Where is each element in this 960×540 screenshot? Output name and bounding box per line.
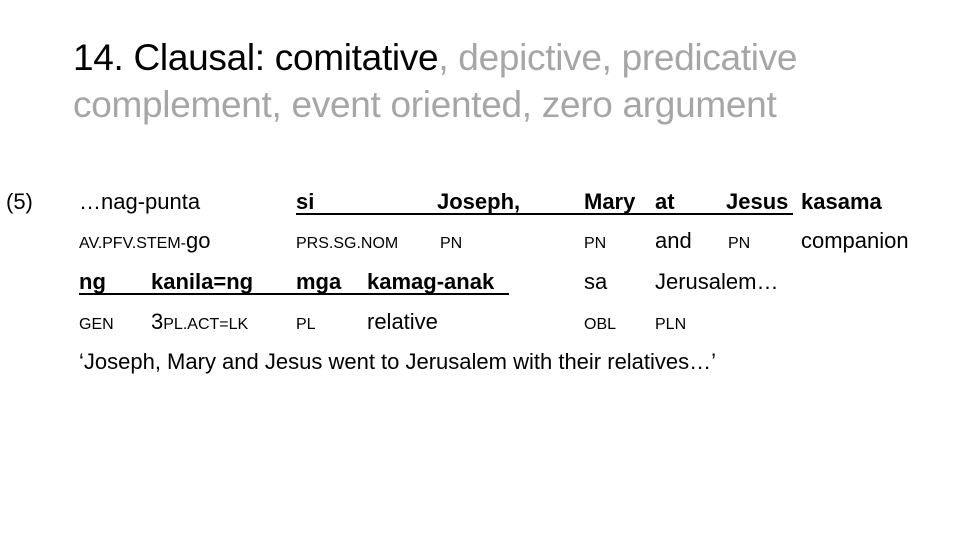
word-mary: Mary	[584, 189, 636, 214]
gloss-companion: companion	[801, 228, 909, 254]
slide-title: 14. Clausal: comitative, depictive, pred…	[73, 34, 933, 128]
underline-line2	[79, 293, 509, 295]
word-ng: ng	[79, 269, 106, 294]
word-sa: sa	[584, 269, 608, 294]
word-mga: mga	[296, 269, 342, 294]
word-si: si	[296, 189, 315, 214]
gloss-normal: go	[186, 228, 211, 253]
word-kasama: kasama	[801, 189, 882, 214]
word-jerusalem: Jerusalem…	[655, 269, 779, 294]
gloss-smallcaps: GEN	[79, 316, 114, 333]
gloss-smallcaps: PLN	[655, 316, 687, 333]
gloss-pn-joseph: PN	[440, 228, 462, 254]
gloss-normal: and	[655, 228, 692, 253]
gloss-obl: OBL	[584, 309, 616, 335]
free-translation: ‘Joseph, Mary and Jesus went to Jerusale…	[79, 349, 717, 374]
word-jesus: Jesus	[726, 189, 789, 214]
gloss-normal: relative	[367, 309, 438, 334]
gloss-smallcaps: PN	[584, 235, 607, 252]
gloss-gen: GEN	[79, 309, 114, 335]
gloss-smallcaps: PN	[728, 235, 751, 252]
gloss-pl: PL	[296, 309, 316, 335]
gloss-smallcaps: OBL	[584, 316, 617, 333]
gloss-and: and	[655, 228, 692, 254]
word-kamag-anak: kamag-anak	[367, 269, 495, 294]
word-at: at	[655, 189, 675, 214]
underline-line1	[296, 213, 793, 215]
gloss-smallcaps: PN	[440, 235, 463, 252]
gloss-smallcaps: AV.PFV.STEM-	[79, 235, 186, 252]
gloss-av-pfv-stem-go: AV.PFV.STEM-go	[79, 228, 210, 254]
gloss-prs-sg-nom: PRS.SG.NOM	[296, 228, 398, 254]
title-highlight: 14. Clausal: comitative	[73, 37, 439, 78]
gloss-smallcaps: PL	[296, 316, 316, 333]
gloss-pln: PLN	[655, 309, 686, 335]
word-joseph: Joseph,	[437, 189, 521, 214]
gloss-prefix: 3	[151, 309, 164, 334]
gloss-3pl-act-lk: 3PL.ACT=LK	[151, 309, 248, 335]
example-number: (5)	[6, 189, 33, 214]
gloss-pn-jesus: PN	[728, 228, 750, 254]
word-kanila-ng: kanila=ng	[151, 269, 254, 294]
gloss-relative: relative	[367, 309, 438, 335]
gloss-pn-mary: PN	[584, 228, 606, 254]
gloss-normal: companion	[801, 228, 909, 253]
word-nag-punta: …nag-punta	[79, 189, 201, 214]
gloss-smallcaps: PL.ACT=LK	[163, 316, 249, 333]
gloss-smallcaps: PRS.SG.NOM	[296, 235, 399, 252]
